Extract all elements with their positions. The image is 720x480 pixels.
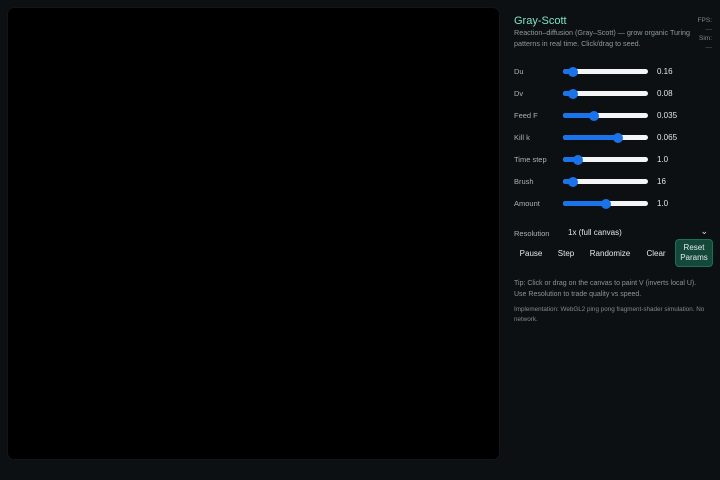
control-row-time-step: Time step 1.0	[514, 153, 710, 167]
brush-label: Brush	[514, 177, 534, 186]
kill-k-slider[interactable]	[563, 132, 648, 143]
amount-label: Amount	[514, 199, 540, 208]
clear-button[interactable]: Clear	[640, 241, 672, 265]
dv-slider-thumb[interactable]	[568, 88, 579, 99]
time-step-slider-thumb[interactable]	[573, 154, 584, 165]
usage-tip: Tip: Click or drag on the canvas to pain…	[514, 280, 697, 298]
feed-f-slider[interactable]	[563, 110, 648, 121]
sim-value: —	[705, 44, 713, 51]
time-step-slider[interactable]	[563, 154, 648, 165]
kill-k-value: 0.065	[657, 133, 678, 142]
reset-label-line2: Params	[680, 253, 708, 262]
implementation-note: Implementation: WebGL2 ping pong fragmen…	[514, 306, 705, 323]
resolution-selected-value: 1x (full canvas)	[568, 228, 622, 237]
fps-value: —	[705, 26, 713, 33]
control-panel: Gray-Scott FPS: — Sim: — Reaction–diffus…	[506, 8, 716, 472]
amount-slider[interactable]	[563, 198, 648, 209]
time-step-value: 1.0	[657, 155, 669, 164]
amount-slider-thumb[interactable]	[600, 198, 611, 209]
step-button[interactable]: Step	[552, 241, 580, 265]
brush-value: 16	[657, 177, 666, 186]
du-slider[interactable]	[563, 66, 648, 77]
kill-k-slider-thumb[interactable]	[613, 132, 624, 143]
du-slider-thumb[interactable]	[568, 66, 579, 77]
control-row-kill-k: Kill k 0.065	[514, 131, 710, 145]
control-row-du: Du 0.16	[514, 65, 710, 79]
metrics-readout: FPS: — Sim: —	[698, 16, 712, 52]
amount-slider-fill	[563, 201, 606, 206]
fps-label: FPS:	[697, 17, 712, 24]
control-row-dv: Dv 0.08	[514, 87, 710, 101]
control-row-brush: Brush 16	[514, 175, 710, 189]
reset-params-button[interactable]: Reset Params	[675, 239, 713, 267]
reset-label-line1: Reset	[683, 243, 705, 252]
dv-label: Dv	[514, 89, 524, 98]
dv-slider[interactable]	[563, 88, 648, 99]
du-value: 0.16	[657, 67, 673, 76]
brush-slider-thumb[interactable]	[568, 176, 579, 187]
kill-k-slider-fill	[563, 135, 619, 140]
pause-button[interactable]: Pause	[514, 241, 548, 265]
resolution-label: Resolution	[514, 229, 550, 238]
kill-k-label: Kill k	[514, 133, 530, 142]
dv-value: 0.08	[657, 89, 673, 98]
app-title: Gray-Scott	[514, 15, 567, 27]
chevron-down-icon: ⌄	[700, 226, 708, 236]
control-row-feed-f: Feed F 0.035	[514, 109, 710, 123]
time-step-label: Time step	[514, 155, 547, 164]
simulation-canvas[interactable]	[8, 8, 499, 459]
brush-slider[interactable]	[563, 176, 648, 187]
amount-value: 1.0	[657, 199, 669, 208]
app-subtitle: Reaction–diffusion (Gray–Scott) — grow o…	[514, 28, 691, 48]
du-label: Du	[514, 67, 524, 76]
feed-f-label: Feed F	[514, 111, 538, 120]
control-row-amount: Amount 1.0	[514, 197, 710, 211]
randomize-button[interactable]: Randomize	[586, 241, 634, 265]
sim-label: Sim:	[699, 35, 712, 42]
feed-f-value: 0.035	[657, 111, 678, 120]
feed-f-slider-thumb[interactable]	[589, 110, 600, 121]
